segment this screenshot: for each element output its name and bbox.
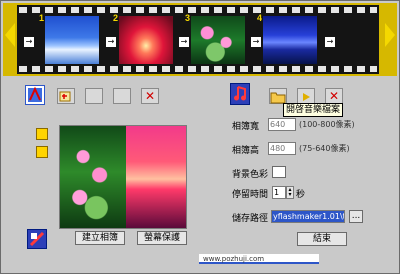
frame-number-4: 4	[257, 13, 263, 23]
pause-icon[interactable]	[36, 128, 48, 140]
app-window: → 1 → 2 → 3 → 4 → ✕ ✕ 開啓音樂檔案 建立相簿 螢幕保護 相…	[0, 0, 400, 274]
transition-preview	[59, 125, 187, 229]
play-music-button[interactable]	[297, 88, 315, 104]
height-input[interactable]: 480	[268, 142, 296, 155]
bgcolor-swatch[interactable]	[272, 166, 286, 178]
interval-spinner[interactable]: ▴ ▾	[286, 186, 294, 199]
scroll-right-arrow-icon[interactable]	[385, 23, 395, 47]
frame-insert-button-2[interactable]: →	[106, 37, 116, 47]
preview-image-sunset	[126, 126, 186, 228]
film-frame-1[interactable]: 1	[39, 13, 99, 64]
frame-insert-button-4[interactable]: →	[251, 37, 261, 47]
film-frame-4[interactable]: 4	[257, 13, 317, 64]
save-path-input[interactable]: yflashmaker1.01\temp.swf	[271, 210, 345, 223]
scroll-left-arrow-icon[interactable]	[5, 23, 15, 47]
remove-music-button[interactable]: ✕	[325, 88, 343, 104]
create-album-button[interactable]: 建立相簿	[75, 231, 125, 245]
tooltip-open-music: 開啓音樂檔案	[283, 103, 344, 117]
preview-image-lotus	[60, 126, 126, 228]
frame-number-1: 1	[39, 13, 45, 23]
height-hint: (75-640像素)	[299, 144, 350, 153]
film-perforations-top	[19, 7, 377, 13]
frame-insert-button-3[interactable]: →	[179, 37, 189, 47]
frame-number-2: 2	[113, 13, 119, 23]
width-hint: (100-800像素)	[299, 120, 355, 129]
music-note-icon[interactable]	[230, 83, 250, 105]
film-frame-3[interactable]: 3	[185, 13, 245, 64]
watermark-url: www.pozhuji.com	[199, 254, 319, 264]
add-photo-icon[interactable]	[25, 85, 45, 105]
filmstrip: → 1 → 2 → 3 → 4 →	[3, 3, 397, 76]
move-up-button[interactable]	[85, 88, 103, 104]
frame-insert-button-1[interactable]: →	[24, 37, 34, 47]
filmstrip-track: → 1 → 2 → 3 → 4 →	[17, 5, 379, 74]
interval-label: 停留時間	[232, 190, 269, 200]
album-maker-icon[interactable]	[27, 229, 47, 249]
frame-insert-button-5[interactable]: →	[325, 37, 335, 47]
bgcolor-label: 背景色彩	[232, 170, 269, 180]
path-label: 儲存路徑	[232, 214, 269, 224]
screensaver-button[interactable]: 螢幕保護	[137, 231, 187, 245]
interval-input[interactable]: 1	[272, 186, 286, 199]
height-label: 相簿高	[232, 146, 260, 156]
width-label: 相簿寬	[232, 122, 260, 132]
film-perforations-bottom	[19, 66, 377, 72]
photo-edit-button[interactable]	[57, 88, 75, 104]
film-frame-2[interactable]: 2	[113, 13, 173, 64]
browse-button[interactable]: ...	[349, 210, 363, 223]
exit-button[interactable]: 結束	[297, 232, 347, 246]
width-input[interactable]: 640	[268, 118, 296, 131]
open-music-button[interactable]	[269, 88, 287, 104]
delete-photo-button[interactable]: ✕	[141, 88, 159, 104]
interval-unit: 秒	[296, 190, 306, 200]
frame-number-3: 3	[185, 13, 191, 23]
stop-icon[interactable]	[36, 146, 48, 158]
move-down-button[interactable]	[113, 88, 131, 104]
